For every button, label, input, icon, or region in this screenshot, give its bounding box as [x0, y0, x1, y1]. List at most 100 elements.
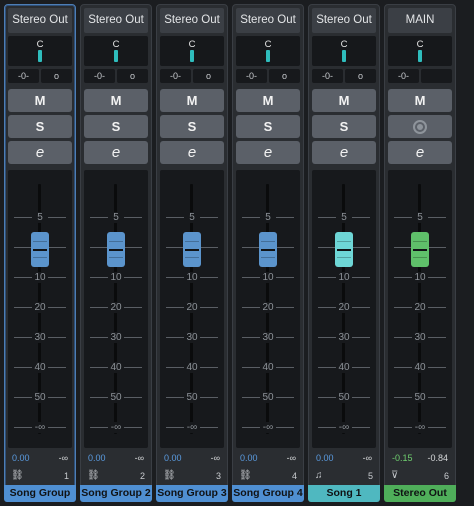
fader-cap[interactable] [335, 232, 353, 267]
scale-tick [198, 277, 218, 278]
input-button[interactable]: -0- [236, 69, 267, 83]
scale-tick [318, 337, 338, 338]
channel-name[interactable]: Song 1 [308, 485, 380, 502]
edit-channel-button[interactable]: e [312, 141, 376, 164]
pan-control[interactable]: C [312, 36, 376, 66]
input-button[interactable]: -0- [312, 69, 343, 83]
input-button[interactable]: -0- [8, 69, 39, 83]
fader-cap[interactable] [411, 232, 429, 267]
fader-cap[interactable] [31, 232, 49, 267]
volume-fader[interactable]: 5 10 20 30 40 50 -∞ [160, 170, 224, 448]
scale-tick [350, 337, 370, 338]
output-routing-button[interactable]: Stereo Out [160, 8, 224, 33]
output-routing-button[interactable]: Stereo Out [236, 8, 300, 33]
output-routing-button[interactable]: MAIN [388, 8, 452, 33]
pan-indicator [114, 50, 118, 62]
scale-tick [426, 217, 446, 218]
scale-label: 20 [412, 302, 428, 313]
pan-control[interactable]: C [160, 36, 224, 66]
pan-control[interactable]: C [84, 36, 148, 66]
scale-tick [242, 337, 262, 338]
scale-tick [274, 307, 294, 308]
fader-cap[interactable] [259, 232, 277, 267]
volume-value[interactable]: 0.00 [316, 452, 334, 465]
peak-value: -∞ [286, 453, 296, 463]
channel-strip-3: Stereo Out C -0- o M Se 5 10 20 30 40 50 -∞ 0.00 -… [156, 4, 228, 502]
volume-fader[interactable]: 5 10 20 30 40 50 -∞ [8, 170, 72, 448]
output-routing-button[interactable]: Stereo Out [84, 8, 148, 33]
scale-label: 5 [336, 212, 352, 223]
edit-channel-button[interactable]: e [388, 141, 452, 164]
volume-value[interactable]: 0.00 [88, 452, 106, 465]
pan-value: C [416, 39, 424, 50]
output-button[interactable]: o [269, 69, 300, 83]
input-button[interactable]: -0- [388, 69, 419, 83]
scale-label: 30 [412, 332, 428, 343]
volume-value[interactable]: 0.00 [12, 452, 30, 465]
scale-label: -∞ [412, 422, 428, 433]
scale-tick [394, 397, 414, 398]
output-button[interactable]: o [345, 69, 376, 83]
output-routing-button[interactable]: Stereo Out [8, 8, 72, 33]
edit-channel-button[interactable]: e [8, 141, 72, 164]
pan-indicator [190, 50, 194, 62]
solo-button[interactable]: S [236, 115, 300, 138]
solo-button[interactable]: S [312, 115, 376, 138]
mute-button[interactable]: M [84, 89, 148, 112]
volume-fader[interactable]: 5 10 20 30 40 50 -∞ [388, 170, 452, 448]
volume-value[interactable]: -0.15 [392, 452, 413, 465]
solo-button[interactable]: S [84, 115, 148, 138]
mute-button[interactable]: M [388, 89, 452, 112]
channel-name[interactable]: Song Group [4, 485, 76, 502]
output-button[interactable]: o [41, 69, 72, 83]
edit-channel-button[interactable]: e [84, 141, 148, 164]
scale-tick [242, 397, 262, 398]
mute-button[interactable]: M [8, 89, 72, 112]
scale-tick [426, 247, 446, 248]
scale-label: 5 [184, 212, 200, 223]
scale-label: 50 [184, 392, 200, 403]
mute-button[interactable]: M [236, 89, 300, 112]
pan-control[interactable]: C [8, 36, 72, 66]
pan-control[interactable]: C [388, 36, 452, 66]
solo-button[interactable]: S [8, 115, 72, 138]
pan-control[interactable]: C [236, 36, 300, 66]
channel-name[interactable]: Song Group 4 [232, 485, 304, 502]
output-button[interactable]: o [117, 69, 148, 83]
volume-value[interactable]: 0.00 [164, 452, 182, 465]
channel-name[interactable]: Stereo Out [384, 485, 456, 502]
mute-button[interactable]: M [160, 89, 224, 112]
input-button[interactable]: -0- [160, 69, 191, 83]
input-button[interactable]: -0- [84, 69, 115, 83]
scale-tick [242, 427, 262, 428]
volume-fader[interactable]: 5 10 20 30 40 50 -∞ [236, 170, 300, 448]
solo-button[interactable]: S [160, 115, 224, 138]
peak-value: -∞ [134, 453, 144, 463]
level-readout: 0.00 -∞ [312, 452, 376, 465]
scale-tick [14, 277, 34, 278]
fader-cap[interactable] [183, 232, 201, 267]
scale-tick [198, 397, 218, 398]
scale-tick [166, 217, 186, 218]
channel-strip-1: Stereo Out C -0- o M Se 5 10 20 30 40 50 -∞ 0.00 -… [4, 4, 76, 502]
scale-tick [46, 217, 66, 218]
scale-label: 5 [260, 212, 276, 223]
output-button[interactable] [421, 69, 452, 83]
scale-label: -∞ [336, 422, 352, 433]
output-button[interactable]: o [193, 69, 224, 83]
edit-channel-button[interactable]: e [160, 141, 224, 164]
fader-cap[interactable] [107, 232, 125, 267]
output-routing-button[interactable]: Stereo Out [312, 8, 376, 33]
volume-fader[interactable]: 5 10 20 30 40 50 -∞ [84, 170, 148, 448]
channel-name[interactable]: Song Group 3 [156, 485, 228, 502]
scale-label: 30 [336, 332, 352, 343]
mute-button[interactable]: M [312, 89, 376, 112]
pan-value: C [340, 39, 348, 50]
scale-tick [242, 367, 262, 368]
volume-fader[interactable]: 5 10 20 30 40 50 -∞ [312, 170, 376, 448]
edit-channel-button[interactable]: e [236, 141, 300, 164]
monitor-button[interactable] [388, 115, 452, 138]
scale-tick [318, 397, 338, 398]
volume-value[interactable]: 0.00 [240, 452, 258, 465]
channel-name[interactable]: Song Group 2 [80, 485, 152, 502]
